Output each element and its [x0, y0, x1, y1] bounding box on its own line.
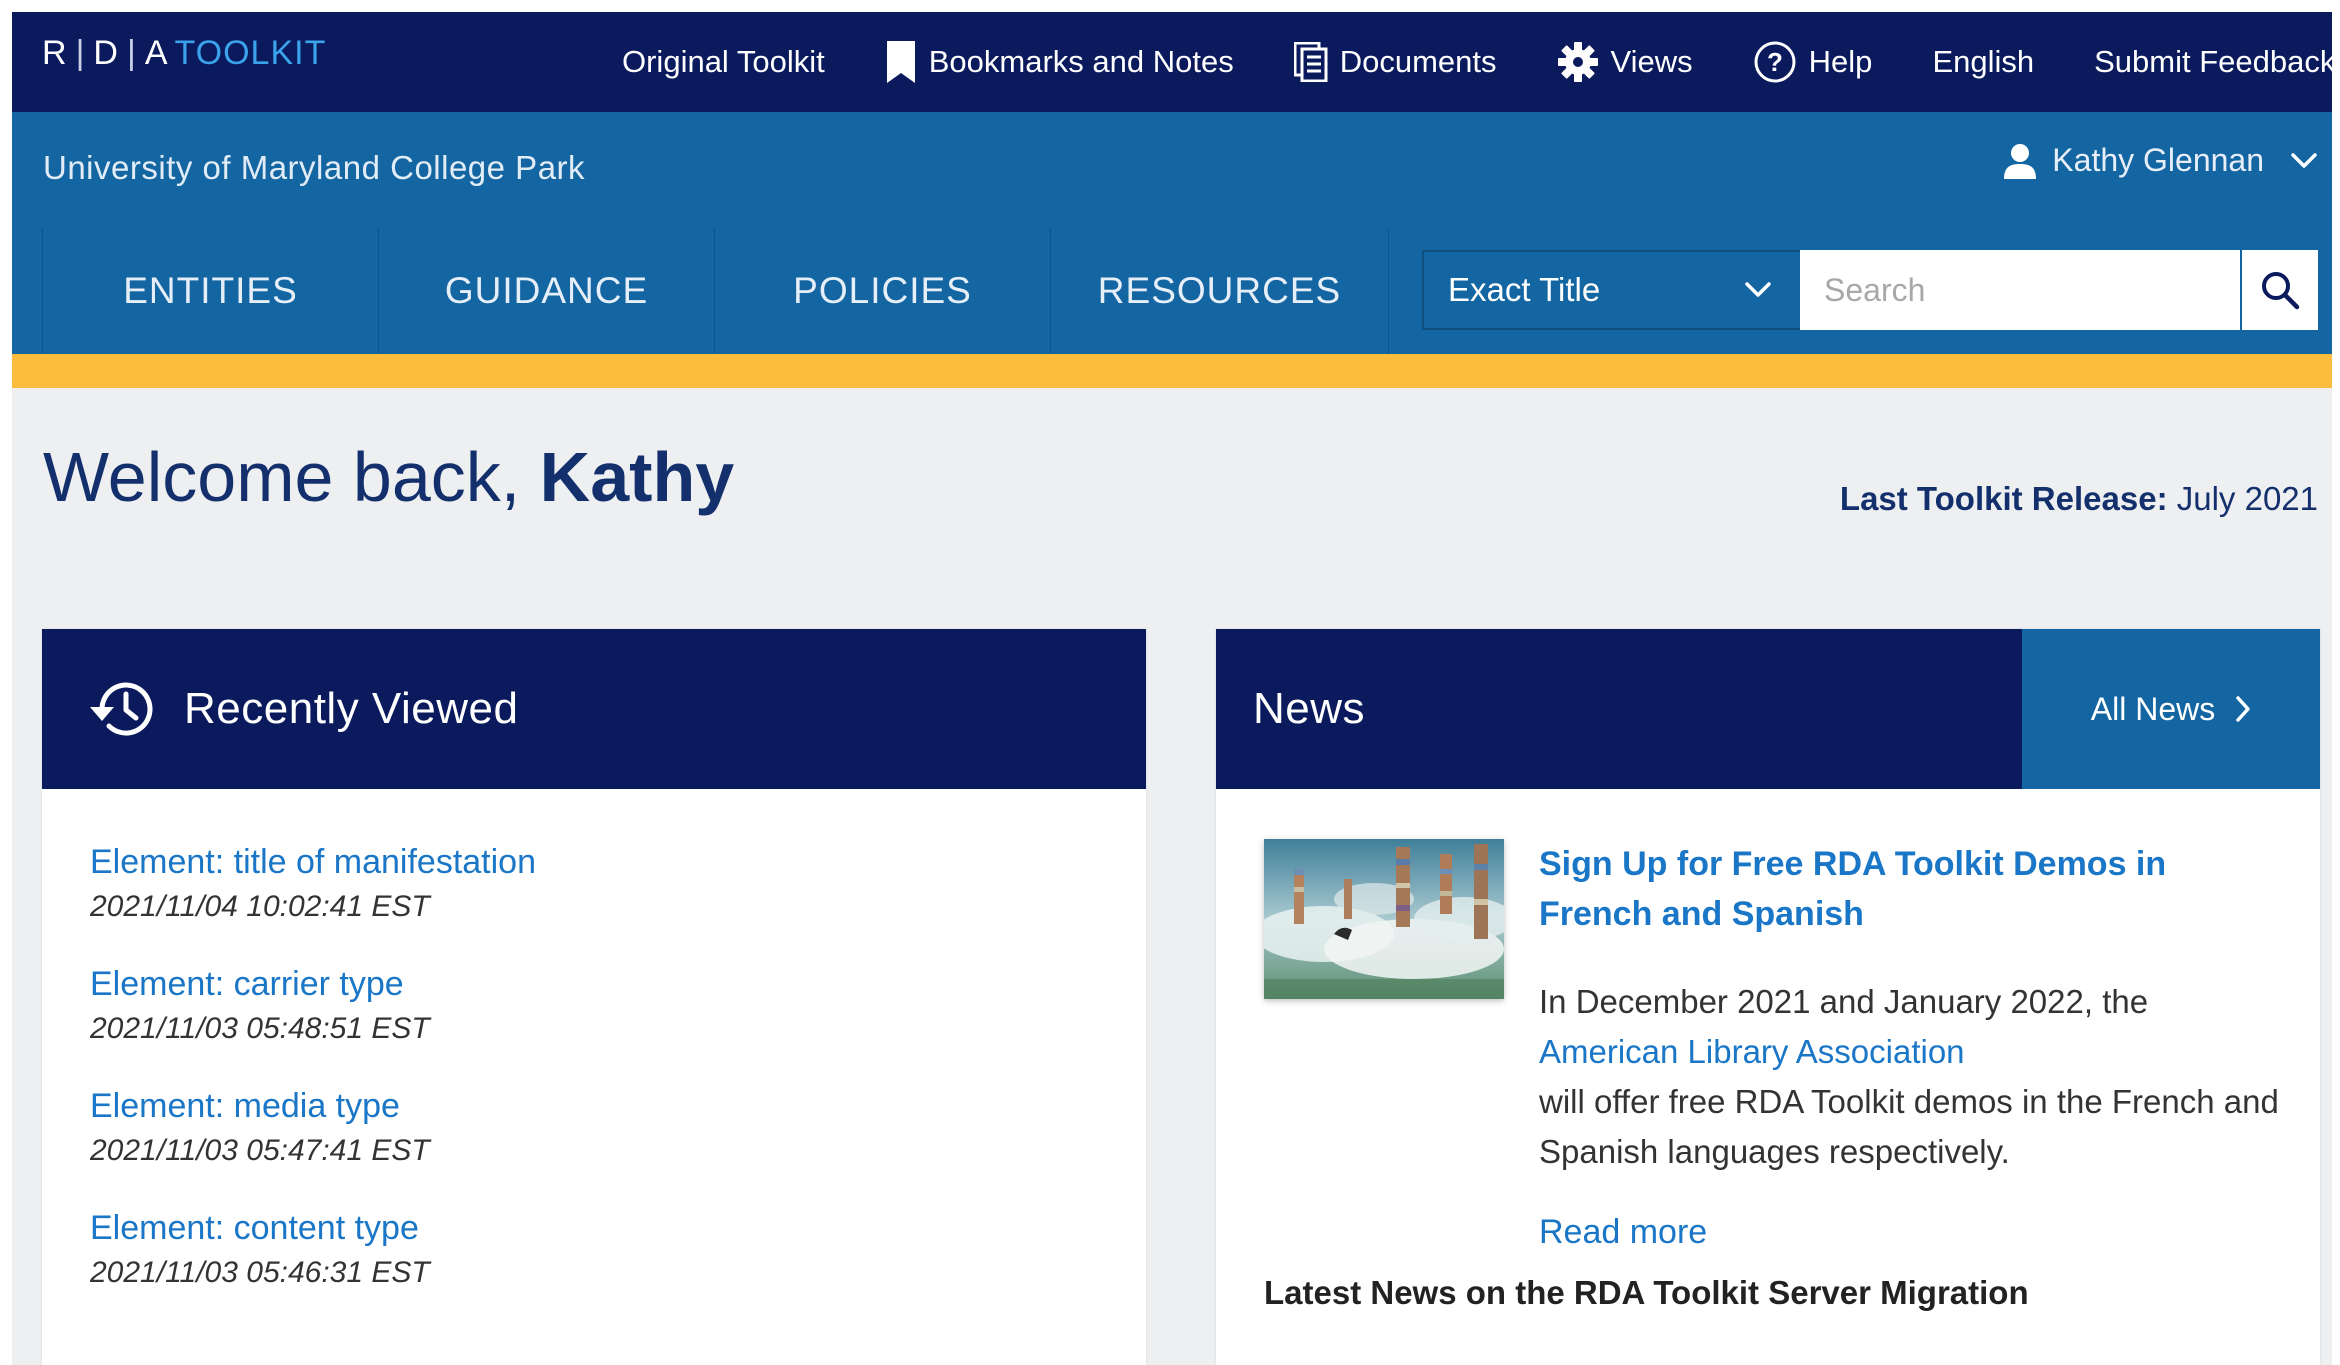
logo-r: R	[42, 34, 68, 72]
user-icon	[2004, 143, 2037, 179]
nav-resources[interactable]: RESOURCES	[1051, 228, 1389, 354]
top-nav: Original Toolkit Bookmarks and Notes Doc…	[622, 12, 2332, 112]
logo-d: D	[93, 34, 119, 72]
page: R | D | A TOOLKIT Original Toolkit Bookmarks …	[12, 12, 2332, 1365]
recently-viewed-title: Recently Viewed	[184, 684, 519, 733]
recently-viewed-header: Recently Viewed	[42, 629, 1146, 789]
latest-news-heading[interactable]: Latest News on the RDA Toolkit Server Mi…	[1264, 1274, 2029, 1312]
submit-feedback-link[interactable]: Submit Feedback	[2094, 44, 2332, 80]
main-nav-items: ENTITIES GUIDANCE POLICIES RESOURCES	[42, 228, 1389, 354]
news-body: Sign Up for Free RDA Toolkit Demos in Fr…	[1216, 789, 2320, 1311]
logo-toolkit: TOOLKIT	[174, 34, 327, 72]
original-toolkit-link[interactable]: Original Toolkit	[622, 44, 825, 80]
main-nav: ENTITIES GUIDANCE POLICIES RESOURCES Exa…	[12, 228, 2332, 354]
bookmarks-and-notes-label: Bookmarks and Notes	[928, 44, 1234, 79]
search-mode-value: Exact Title	[1448, 271, 1601, 308]
recently-viewed-list: Element: title of manifestation 2021/11/…	[42, 789, 1146, 1293]
all-news-button[interactable]: All News	[2022, 629, 2320, 789]
recently-viewed-card: Recently Viewed Element: title of manife…	[42, 629, 1146, 1365]
list-item: Element: content type 2021/11/03 05:46:3…	[90, 1207, 1146, 1293]
documents-icon	[1293, 42, 1328, 82]
all-news-label: All News	[2090, 690, 2216, 727]
top-bar: R | D | A TOOLKIT Original Toolkit Bookmarks …	[12, 12, 2332, 112]
history-icon	[90, 682, 153, 736]
nav-policies[interactable]: POLICIES	[715, 228, 1051, 354]
bookmarks-and-notes-link[interactable]: Bookmarks and Notes	[885, 41, 1234, 83]
help-link[interactable]: ? Help	[1753, 40, 1873, 84]
user-menu[interactable]: Kathy Glennan	[2002, 142, 2318, 179]
welcome-prefix: Welcome back,	[43, 438, 521, 516]
accent-stripe	[12, 354, 2332, 388]
logo-a: A	[144, 34, 169, 72]
recent-item-timestamp: 2021/11/03 05:46:31 EST	[90, 1256, 430, 1289]
recent-item-timestamp: 2021/11/03 05:47:41 EST	[90, 1134, 430, 1167]
news-text-after: will offer free RDA Toolkit demos in the…	[1539, 1083, 2279, 1170]
recent-item-link[interactable]: Element: title of manifestation	[90, 841, 1146, 883]
news-headline[interactable]: Sign Up for Free RDA Toolkit Demos in Fr…	[1539, 839, 2279, 939]
news-header: News All News	[1216, 629, 2320, 789]
search-mode-select[interactable]: Exact Title	[1422, 250, 1800, 330]
list-item: Element: title of manifestation 2021/11/…	[90, 841, 1146, 927]
welcome-name: Kathy	[539, 438, 735, 516]
language-label: English	[1932, 44, 2035, 79]
news-title: News	[1253, 684, 1366, 733]
last-release: Last Toolkit Release: July 2021	[1840, 480, 2318, 518]
svg-text:?: ?	[1767, 47, 1783, 77]
recent-item-timestamp: 2021/11/04 10:02:41 EST	[90, 890, 430, 923]
original-toolkit-label: Original Toolkit	[622, 44, 825, 79]
list-item: Element: carrier type 2021/11/03 05:48:5…	[90, 963, 1146, 1049]
news-card: News All News Sign Up for Free RDA Toolk…	[1216, 629, 2320, 1365]
rda-toolkit-logo[interactable]: R | D | A TOOLKIT	[42, 34, 326, 73]
recent-item-link[interactable]: Element: content type	[90, 1207, 1146, 1249]
submit-feedback-label: Submit Feedback	[2094, 44, 2332, 79]
news-text-before: In December 2021 and January 2022, the	[1539, 983, 2149, 1020]
institution-bar: University of Maryland College Park Kath…	[12, 112, 2332, 228]
documents-label: Documents	[1339, 44, 1497, 79]
nav-guidance[interactable]: GUIDANCE	[379, 228, 715, 354]
search-input[interactable]	[1800, 250, 2240, 330]
user-name: Kathy Glennan	[2052, 142, 2264, 178]
recent-item-link[interactable]: Element: media type	[90, 1085, 1146, 1127]
list-item: Element: media type 2021/11/03 05:47:41 …	[90, 1085, 1146, 1171]
search-bar: Exact Title	[1422, 250, 2318, 330]
help-label: Help	[1808, 44, 1873, 79]
chevron-down-icon	[2291, 152, 2317, 168]
institution-name: University of Maryland College Park	[43, 149, 586, 186]
news-content: Sign Up for Free RDA Toolkit Demos in Fr…	[1539, 839, 2279, 1252]
language-selector[interactable]: English	[1932, 44, 2034, 80]
news-summary: In December 2021 and January 2022, the A…	[1539, 977, 2279, 1177]
recent-item-link[interactable]: Element: carrier type	[90, 963, 1146, 1005]
welcome-heading: Welcome back, Kathy	[43, 437, 734, 517]
search-icon	[2262, 272, 2300, 310]
last-release-label: Last Toolkit Release:	[1839, 480, 2168, 517]
documents-link[interactable]: Documents	[1293, 42, 1497, 82]
gear-icon	[1557, 42, 1598, 82]
help-icon: ?	[1754, 41, 1796, 83]
last-release-value: July 2021	[2176, 480, 2318, 517]
read-more-link[interactable]: Read more	[1539, 1213, 2279, 1252]
bookmark-icon	[886, 41, 915, 83]
search-button[interactable]	[2240, 250, 2318, 330]
chevron-down-icon	[1745, 282, 1771, 297]
chevron-right-icon	[2236, 696, 2250, 722]
recent-item-timestamp: 2021/11/03 05:48:51 EST	[90, 1012, 430, 1045]
views-link[interactable]: Views	[1557, 41, 1693, 83]
news-thumbnail[interactable]	[1264, 839, 1504, 999]
nav-entities[interactable]: ENTITIES	[43, 228, 379, 354]
ala-link[interactable]: American Library Association	[1539, 1027, 2279, 1077]
views-label: Views	[1610, 44, 1693, 79]
